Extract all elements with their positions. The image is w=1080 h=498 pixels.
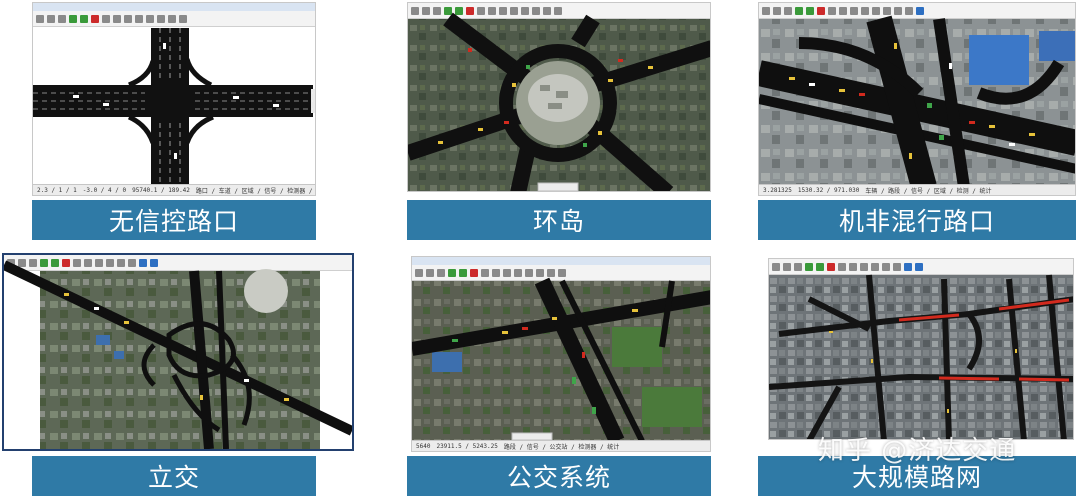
caption-interchange: 立交 <box>32 456 316 496</box>
status-bar: 3.281325 1530.32 / 971.030 车辆 / 路段 / 信号 … <box>759 184 1075 195</box>
caption-unsignalized-intersection: 无信控路口 <box>32 200 316 240</box>
status-field: 95740.1 / 189.42 <box>132 186 190 194</box>
screenshot-large-network <box>768 258 1074 440</box>
status-bar: 5640 23911.5 / 5243.25 路段 / 信号 / 公交站 / 检… <box>412 440 710 451</box>
screenshot-interchange <box>2 253 354 451</box>
status-field: 2.3 / 1 / 1 <box>37 186 77 194</box>
status-field: 车辆 / 路段 / 信号 / 区域 / 检测 / 统计 <box>865 187 992 195</box>
interchange-satellite-view <box>4 260 352 449</box>
watermark: 知乎 @济达交通 <box>818 436 1017 466</box>
bus-system-satellite-view <box>412 277 710 445</box>
mixed-traffic-satellite-view <box>759 15 1075 191</box>
caption-mixed-traffic-intersection: 机非混行路口 <box>758 200 1076 240</box>
screenshot-mixed-traffic-intersection: 3.281325 1530.32 / 971.030 车辆 / 路段 / 信号 … <box>758 2 1076 196</box>
large-network-satellite-view <box>769 274 1073 439</box>
caption-roundabout: 环岛 <box>407 200 711 240</box>
status-field: 3.281325 <box>763 186 792 194</box>
screenshot-unsignalized-intersection: 2.3 / 1 / 1 -3.0 / 4 / 0 95740.1 / 189.4… <box>32 2 316 196</box>
screenshot-roundabout <box>407 2 711 192</box>
caption-bus-system: 公交系统 <box>407 456 711 496</box>
status-field: 23911.5 / 5243.25 <box>436 442 498 450</box>
status-field: 5640 <box>416 442 431 450</box>
intersection-drawing <box>33 28 315 186</box>
status-field: 1530.32 / 971.030 <box>797 186 860 194</box>
status-bar: 2.3 / 1 / 1 -3.0 / 4 / 0 95740.1 / 189.4… <box>33 184 315 195</box>
status-field: -3.0 / 4 / 0 <box>82 186 127 194</box>
screenshot-bus-system: 5640 23911.5 / 5243.25 路段 / 信号 / 公交站 / 检… <box>411 256 711 452</box>
roundabout-satellite-view <box>408 12 710 191</box>
status-field: 路口 / 车道 / 区域 / 信号 / 检测器 / 统计 <box>195 187 316 195</box>
status-field: 路段 / 信号 / 公交站 / 检测器 / 统计 <box>503 443 620 451</box>
